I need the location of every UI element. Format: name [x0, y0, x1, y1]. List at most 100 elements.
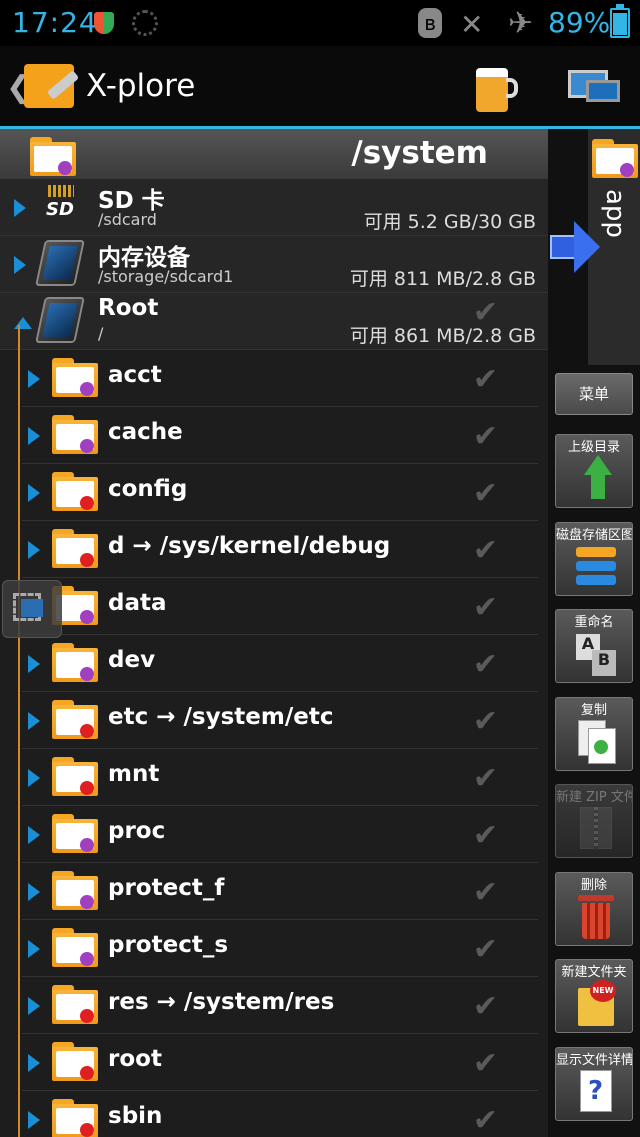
- folder-icon: [52, 1042, 98, 1082]
- switch-pane-arrow-icon[interactable]: [550, 221, 600, 273]
- expand-arrow-icon[interactable]: [28, 997, 40, 1015]
- file-row[interactable]: res → /system/res ✔: [22, 977, 538, 1034]
- current-path: /system: [351, 135, 488, 171]
- file-row[interactable]: proc ✔: [22, 806, 538, 863]
- file-name: etc → /system/etc: [108, 704, 334, 730]
- screenshot-overlay-button[interactable]: [2, 580, 62, 638]
- tool-label: 重命名: [574, 615, 614, 630]
- checkmark-icon[interactable]: ✔: [473, 533, 498, 568]
- expand-arrow-icon[interactable]: [14, 199, 26, 217]
- expand-arrow-icon[interactable]: [28, 712, 40, 730]
- volume-row-root[interactable]: Root / ✔ 可用 861 MB/2.8 GB: [0, 293, 548, 350]
- file-row[interactable]: protect_s ✔: [22, 920, 538, 977]
- file-row[interactable]: d → /sys/kernel/debug ✔: [22, 521, 538, 578]
- up-arrow-icon: [576, 455, 616, 503]
- file-row[interactable]: config ✔: [22, 464, 538, 521]
- phone-storage-icon: [35, 240, 86, 288]
- expand-arrow-icon[interactable]: [28, 541, 40, 559]
- file-name: res → /system/res: [108, 989, 335, 1015]
- trash-button[interactable]: 删除: [555, 871, 633, 946]
- file-name: protect_s: [108, 932, 229, 958]
- expand-arrow-icon[interactable]: [14, 256, 26, 274]
- expand-arrow-icon[interactable]: [28, 655, 40, 673]
- checkmark-icon[interactable]: ✔: [473, 476, 498, 511]
- wifi-file-sharing-icon[interactable]: [568, 66, 620, 110]
- volume-path: /sdcard: [98, 210, 157, 229]
- tool-label: 复制: [580, 702, 607, 718]
- help-button[interactable]: 显示文件详情?: [555, 1046, 633, 1121]
- side-toolbar: app 菜单 上级目录磁盘存储区图重命名 A B 复制新建 ZIP 文件 删除新建文件夹…: [548, 129, 640, 1137]
- disk-map-button[interactable]: 磁盘存储区图: [555, 521, 633, 596]
- volume-row-sdcard[interactable]: SD SD 卡 /sdcard 可用 5.2 GB/30 GB: [0, 179, 548, 236]
- folder-icon: [52, 928, 98, 968]
- file-row[interactable]: cache ✔: [22, 407, 538, 464]
- file-row[interactable]: protect_f ✔: [22, 863, 538, 920]
- trash-icon: [576, 893, 616, 941]
- tool-label: 上级目录: [567, 440, 620, 455]
- file-row[interactable]: mnt ✔: [22, 749, 538, 806]
- checkmark-icon[interactable]: ✔: [473, 818, 498, 853]
- expand-arrow-icon[interactable]: [28, 883, 40, 901]
- loading-spinner-icon: [132, 10, 158, 36]
- file-row[interactable]: acct ✔: [22, 350, 538, 407]
- file-row[interactable]: sbin ✔: [22, 1091, 538, 1137]
- checkmark-icon[interactable]: ✔: [473, 989, 498, 1024]
- checkmark-icon[interactable]: ✔: [473, 419, 498, 454]
- expand-arrow-icon[interactable]: [28, 826, 40, 844]
- volume-row-internal[interactable]: 内存设备 /storage/sdcard1 可用 811 MB/2.8 GB: [0, 236, 548, 293]
- x-plore-app-icon[interactable]: [24, 58, 80, 114]
- expand-arrow-icon[interactable]: [28, 769, 40, 787]
- file-row[interactable]: etc → /system/etc ✔: [22, 692, 538, 749]
- file-row[interactable]: data ✔: [22, 578, 538, 635]
- tool-label: 新建 ZIP 文件: [556, 790, 632, 805]
- file-name: config: [108, 476, 188, 502]
- tool-label: 磁盘存储区图: [556, 527, 632, 543]
- clock: 17:24: [12, 6, 98, 39]
- new-folder-icon: NEW: [576, 980, 616, 1028]
- file-name: protect_f: [108, 875, 225, 901]
- folder-icon: [52, 700, 98, 740]
- file-row[interactable]: root ✔: [22, 1034, 538, 1091]
- checkmark-icon[interactable]: ✔: [473, 1046, 498, 1081]
- phone-storage-icon: [35, 297, 86, 345]
- volume-path: /storage/sdcard1: [98, 267, 234, 286]
- checkmark-icon[interactable]: ✔: [473, 761, 498, 796]
- volume-free-space: 可用 811 MB/2.8 GB: [349, 268, 536, 290]
- expand-arrow-icon[interactable]: [28, 484, 40, 502]
- copy-button[interactable]: 复制: [555, 696, 633, 771]
- checkmark-icon[interactable]: ✔: [473, 362, 498, 397]
- checkmark-icon[interactable]: ✔: [473, 647, 498, 682]
- folder-icon: [52, 871, 98, 911]
- tool-label: 删除: [580, 877, 607, 893]
- zip-button[interactable]: 新建 ZIP 文件: [555, 784, 633, 858]
- checkmark-icon[interactable]: ✔: [473, 875, 498, 910]
- file-name: sbin: [108, 1103, 163, 1129]
- file-name: proc: [108, 818, 166, 844]
- checkmark-icon[interactable]: ✔: [473, 704, 498, 739]
- checkmark-icon[interactable]: ✔: [473, 1103, 498, 1137]
- expand-arrow-icon[interactable]: [28, 1111, 40, 1129]
- second-pane-label: app: [600, 189, 630, 238]
- up-arrow-button[interactable]: 上级目录: [555, 434, 633, 508]
- beer-donate-icon[interactable]: [472, 60, 520, 116]
- expand-arrow-icon[interactable]: [28, 427, 40, 445]
- menu-button[interactable]: 菜单: [555, 373, 633, 415]
- file-row[interactable]: dev ✔: [22, 635, 538, 692]
- folder-icon: [592, 139, 638, 178]
- file-name: d → /sys/kernel/debug: [108, 533, 391, 559]
- file-browser-pane[interactable]: /system SD SD 卡 /sdcard 可用 5.2 GB/30 GB …: [0, 129, 548, 1137]
- folder-icon: [52, 643, 98, 683]
- checkmark-icon[interactable]: ✔: [473, 932, 498, 967]
- folder-icon: [52, 814, 98, 854]
- new-folder-button[interactable]: 新建文件夹 NEW: [555, 959, 633, 1033]
- folder-icon: [52, 529, 98, 569]
- expand-arrow-icon[interactable]: [28, 940, 40, 958]
- rename-button[interactable]: 重命名 A B: [555, 609, 633, 683]
- shield-icon: [94, 12, 114, 34]
- folder-icon: [52, 358, 98, 398]
- current-path-header[interactable]: /system: [0, 129, 548, 179]
- expand-arrow-icon[interactable]: [28, 1054, 40, 1072]
- collapse-arrow-icon[interactable]: [14, 317, 32, 329]
- checkmark-icon[interactable]: ✔: [473, 590, 498, 625]
- expand-arrow-icon[interactable]: [28, 370, 40, 388]
